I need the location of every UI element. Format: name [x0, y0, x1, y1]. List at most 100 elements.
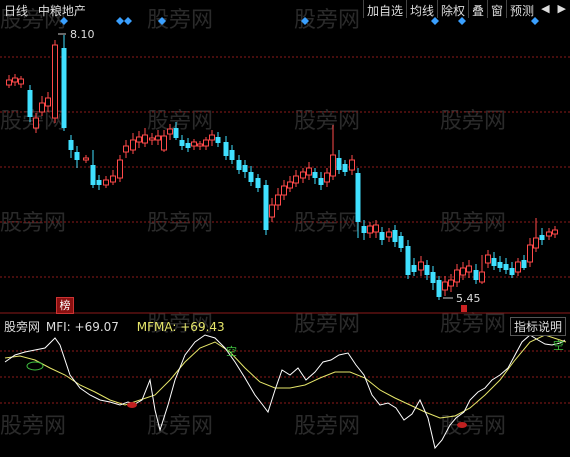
- ex-rights-button[interactable]: 除权: [437, 0, 468, 18]
- down-candle-body: [248, 172, 254, 182]
- down-candle-body: [27, 90, 33, 117]
- down-candle-body: [318, 178, 324, 185]
- mfi-label: MFI:: [45, 320, 71, 334]
- mfma-value: +69.43: [180, 320, 225, 334]
- down-candle-body: [411, 265, 417, 272]
- mfi-indicator: 空空: [4, 334, 567, 450]
- up-candle-body: [515, 261, 521, 273]
- event-diamond-icon: [124, 17, 132, 25]
- grid-lines: [0, 56, 570, 404]
- up-candle-body: [117, 159, 123, 179]
- up-candle-body: [485, 254, 491, 264]
- indicator-legend: 股旁网 MFI: +69.07 MFMA: +69.43: [4, 318, 225, 335]
- event-diamond-icon: [116, 17, 124, 25]
- scroll-left-icon[interactable]: ◀: [537, 0, 553, 18]
- low-price-label: 5.45: [456, 292, 481, 305]
- add-watchlist-button[interactable]: 加自选: [362, 0, 406, 18]
- down-candle-body: [96, 180, 102, 185]
- up-candle-body: [300, 171, 306, 179]
- up-candle-body: [442, 281, 448, 291]
- up-candle-body: [533, 237, 539, 249]
- down-candle-body: [392, 230, 398, 242]
- up-candle-body: [123, 145, 129, 153]
- up-candle-body: [149, 137, 155, 141]
- up-candle-body: [52, 44, 58, 119]
- up-candle-body: [454, 269, 460, 283]
- event-marker-icon: [461, 305, 467, 312]
- up-candle-body: [155, 135, 161, 141]
- down-candle-body: [379, 232, 385, 240]
- up-candle-body: [448, 279, 454, 287]
- up-candle-body: [83, 157, 89, 161]
- buy-signal-icon: [457, 422, 467, 428]
- up-candle-body: [324, 172, 330, 183]
- down-candle-body: [361, 226, 367, 233]
- down-candle-body: [539, 235, 545, 240]
- buy-signal-icon: [127, 402, 137, 408]
- up-candle-body: [191, 141, 197, 147]
- down-candle-body: [255, 178, 261, 188]
- chart-title: 日线 中粮地产: [4, 2, 92, 19]
- up-candle-body: [167, 128, 173, 135]
- up-candle-body: [203, 139, 209, 147]
- up-candle-body: [269, 204, 275, 218]
- up-candle-body: [306, 167, 312, 176]
- up-candle-body: [45, 97, 51, 107]
- high-price-label: 8.10: [70, 28, 95, 41]
- up-candle-body: [527, 244, 533, 263]
- down-candle-body: [509, 268, 515, 275]
- up-candle-body: [330, 154, 336, 177]
- up-candle-body: [466, 265, 472, 273]
- up-candle-body: [373, 224, 379, 233]
- sell-signal-label: 空: [553, 338, 564, 352]
- down-candle-body: [436, 280, 442, 297]
- up-candle-body: [142, 134, 148, 144]
- up-candle-body: [130, 139, 136, 151]
- event-diamond-icon: [158, 17, 166, 25]
- up-candle-body: [281, 185, 287, 196]
- up-candle-body: [6, 79, 12, 86]
- up-candle-body: [209, 134, 215, 141]
- down-candle-body: [90, 165, 96, 185]
- down-candle-body: [74, 152, 80, 160]
- period-label[interactable]: 日线: [4, 4, 28, 18]
- up-candle-body: [39, 102, 45, 113]
- down-candle-body: [263, 185, 269, 230]
- window-button[interactable]: 窗: [487, 0, 506, 18]
- candlestick-chart: 空空 8.10 5.45: [0, 17, 570, 450]
- overlay-button[interactable]: 叠: [468, 0, 487, 18]
- ranking-badge[interactable]: 榜: [56, 297, 74, 314]
- event-diamond-icon: [301, 17, 309, 25]
- watermark-inline: 股旁网: [4, 320, 41, 334]
- sell-signal-icon: [26, 361, 44, 371]
- scroll-right-icon[interactable]: ▶: [554, 0, 570, 18]
- down-candle-body: [430, 272, 436, 283]
- down-candle-body: [223, 142, 229, 156]
- moving-average-button[interactable]: 均线: [405, 0, 437, 18]
- down-candle-body: [424, 265, 430, 275]
- chart-toolbar: 加自选 均线 除权 叠 窗 预测 ◀ ▶: [362, 0, 570, 18]
- up-candle-body: [552, 229, 558, 235]
- up-candle-body: [161, 135, 167, 151]
- down-candle-body: [179, 140, 185, 146]
- down-candle-body: [521, 260, 527, 268]
- stock-name: 中粮地产: [37, 4, 86, 18]
- down-candle-body: [473, 270, 479, 280]
- mfi-line: [4, 334, 566, 450]
- stock-chart-window: 股旁网 股旁网 股旁网 股旁网 股旁网 股旁网 股旁网 股旁网 股旁网 股旁网 …: [0, 0, 570, 457]
- mfma-label: MFMA:: [136, 320, 177, 334]
- up-candle-body: [275, 194, 281, 206]
- down-candle-body: [497, 262, 503, 268]
- down-candle-body: [491, 258, 497, 266]
- up-candle-body: [293, 175, 299, 184]
- mfi-value: +69.07: [74, 320, 119, 334]
- up-candle-body: [386, 231, 392, 238]
- up-candle-body: [418, 261, 424, 271]
- down-candle-body: [236, 160, 242, 170]
- down-candle-body: [398, 236, 404, 248]
- up-candle-body: [103, 179, 109, 186]
- indicator-help-button[interactable]: 指标说明: [509, 317, 566, 336]
- down-candle-body: [68, 140, 74, 150]
- up-candle-body: [12, 77, 18, 83]
- forecast-button[interactable]: 预测: [506, 0, 537, 18]
